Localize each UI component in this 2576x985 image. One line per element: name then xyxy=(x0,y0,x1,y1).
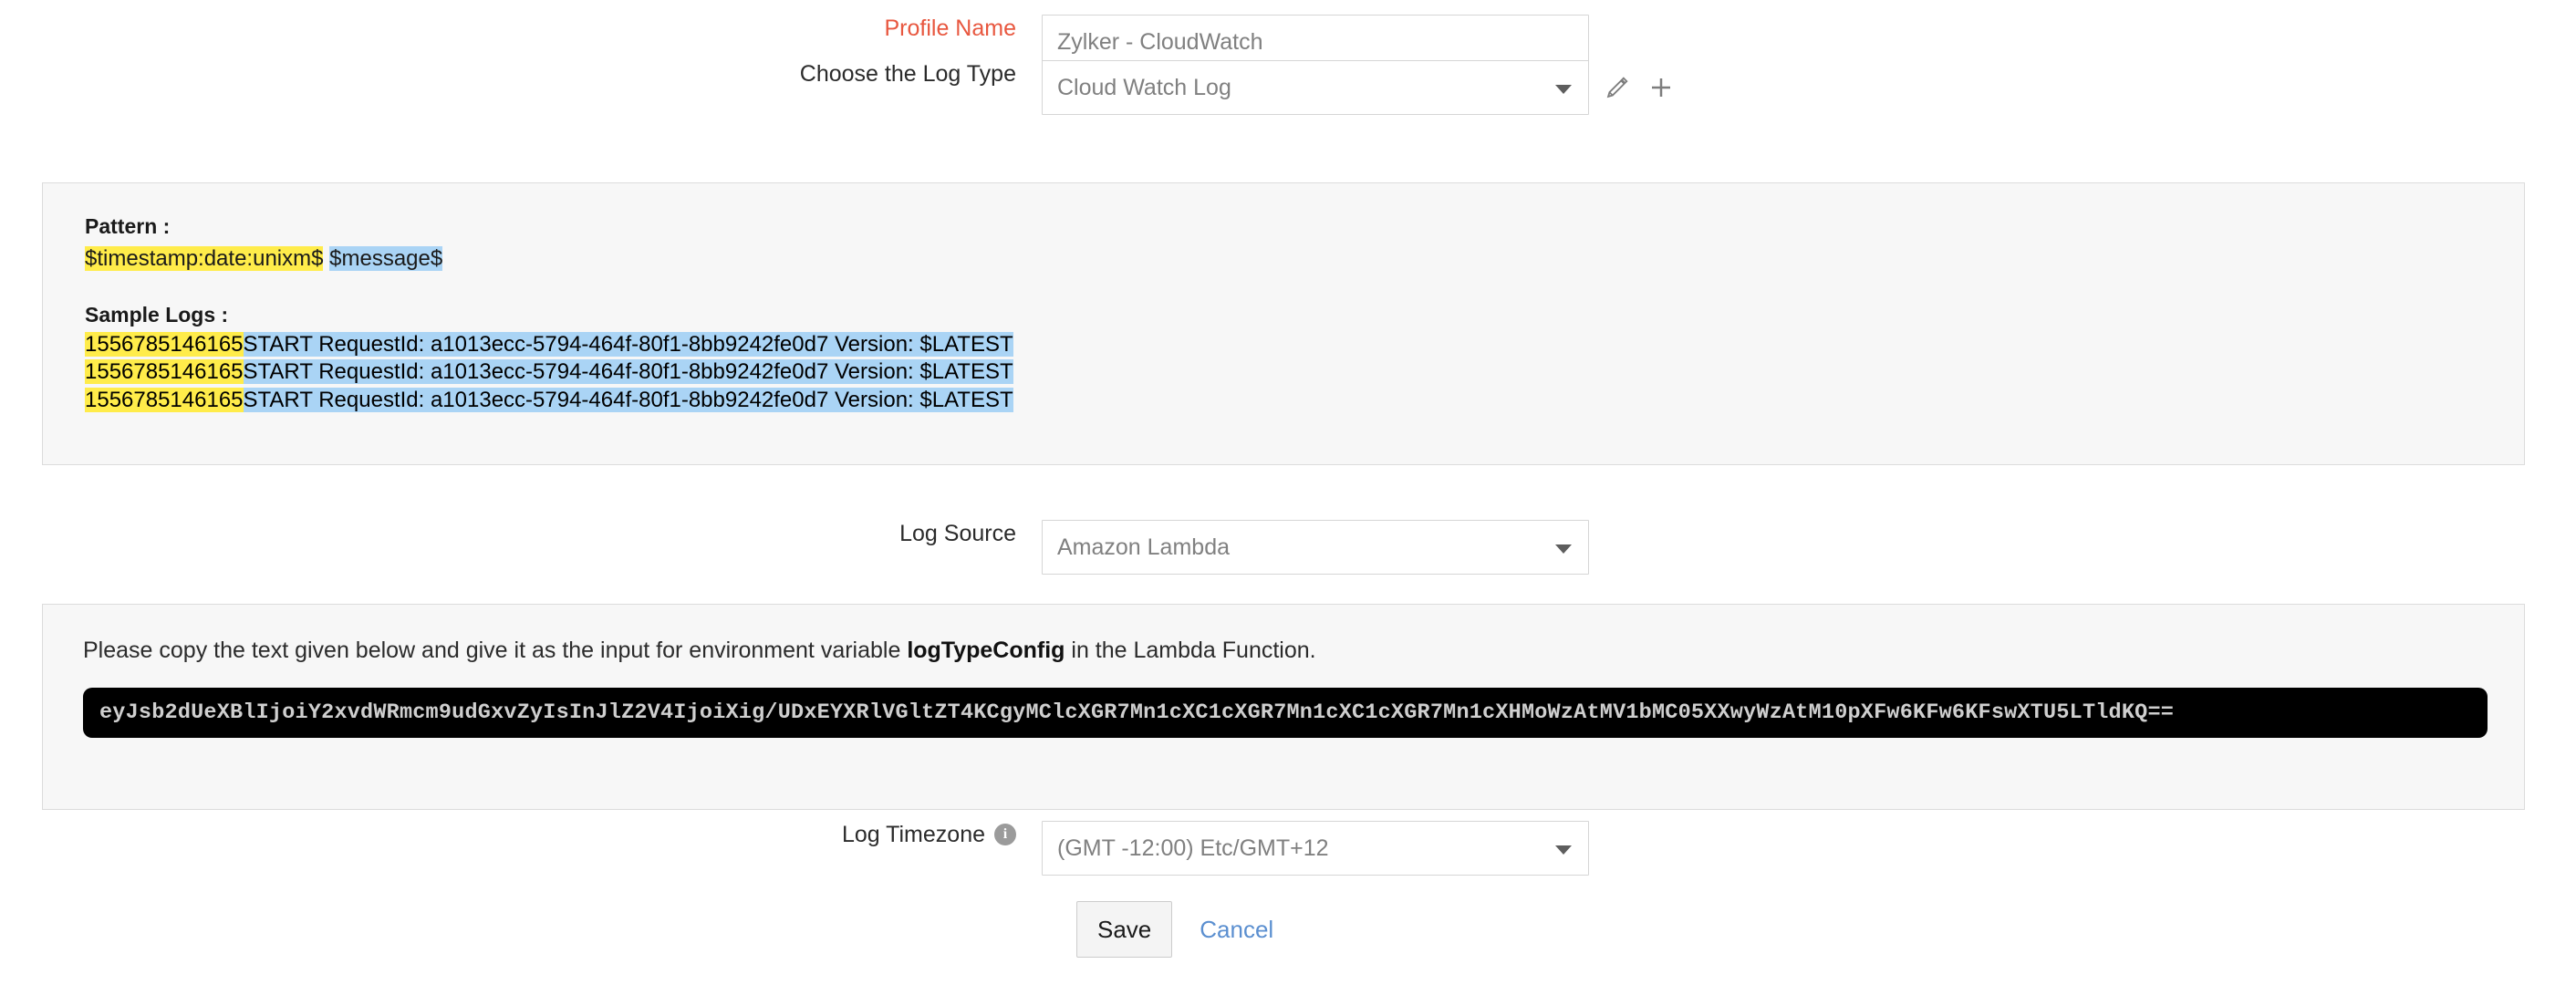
chevron-down-icon xyxy=(1555,544,1572,554)
plus-icon[interactable] xyxy=(1646,72,1677,103)
sample-log-timestamp: 1556785146165 xyxy=(85,388,244,413)
log-timezone-selected-value: (GMT -12:00) Etc/GMT+12 xyxy=(1057,835,1329,861)
log-timezone-label: Log Timezone xyxy=(841,822,985,847)
log-source-control: Amazon Lambda xyxy=(1042,520,1589,575)
pencil-icon[interactable] xyxy=(1602,72,1633,103)
sample-log-message: START RequestId: a1013ecc-5794-464f-80f1… xyxy=(243,359,1013,385)
info-icon[interactable]: i xyxy=(994,824,1016,845)
config-instruction-prefix: Please copy the text given below and giv… xyxy=(83,638,908,663)
log-type-select[interactable]: Cloud Watch Log xyxy=(1042,60,1589,115)
sample-log-timestamp: 1556785146165 xyxy=(85,359,244,385)
log-timezone-control: (GMT -12:00) Etc/GMT+12 xyxy=(1042,821,1589,876)
pattern-expression: $timestamp:date:unixm$ $message$ xyxy=(85,244,2524,274)
sample-logs-list: 1556785146165START RequestId: a1013ecc-5… xyxy=(85,331,2524,415)
log-type-row: Choose the Log Type Cloud Watch Log xyxy=(0,60,2576,115)
pattern-title: Pattern : xyxy=(85,214,171,238)
sample-log-timestamp: 1556785146165 xyxy=(85,331,244,357)
pattern-panel: Pattern : $timestamp:date:unixm$ $messag… xyxy=(42,182,2525,465)
config-string-code-block[interactable]: eyJsb2dUeXBlIjoiY2xvdWRmcm9udGxvZyIsInJl… xyxy=(83,687,2488,738)
log-type-selected-value: Cloud Watch Log xyxy=(1057,75,1231,100)
sample-log-message: START RequestId: a1013ecc-5794-464f-80f1… xyxy=(243,331,1013,357)
sample-log-message: START RequestId: a1013ecc-5794-464f-80f1… xyxy=(243,388,1013,413)
config-instruction: Please copy the text given below and giv… xyxy=(83,636,2524,666)
sample-log-line: 1556785146165START RequestId: a1013ecc-5… xyxy=(85,331,2524,359)
save-button[interactable]: Save xyxy=(1076,901,1173,958)
log-timezone-select[interactable]: (GMT -12:00) Etc/GMT+12 xyxy=(1042,821,1589,876)
config-variable-name: logTypeConfig xyxy=(907,638,1065,663)
config-instruction-suffix: in the Lambda Function. xyxy=(1065,638,1316,663)
chevron-down-icon xyxy=(1555,845,1572,855)
log-profile-form-page: Profile Name Zylker - CloudWatch Choose … xyxy=(0,0,2576,985)
sample-log-line: 1556785146165START RequestId: a1013ecc-5… xyxy=(85,387,2524,415)
log-type-config-panel: Please copy the text given below and giv… xyxy=(42,604,2525,810)
log-timezone-label-wrap: Log Timezone i xyxy=(0,821,1042,848)
log-source-selected-value: Amazon Lambda xyxy=(1057,534,1231,560)
log-type-control: Cloud Watch Log xyxy=(1042,60,1677,115)
log-source-row: Log Source Amazon Lambda xyxy=(0,520,2576,575)
log-source-select[interactable]: Amazon Lambda xyxy=(1042,520,1589,575)
chevron-down-icon xyxy=(1555,85,1572,94)
pattern-token-timestamp: $timestamp:date:unixm$ xyxy=(85,246,324,271)
sample-log-line: 1556785146165START RequestId: a1013ecc-5… xyxy=(85,358,2524,387)
profile-name-label: Profile Name xyxy=(884,16,1017,41)
cancel-button[interactable]: Cancel xyxy=(1200,901,1273,958)
sample-logs-title: Sample Logs : xyxy=(85,302,229,327)
form-actions: Save Cancel xyxy=(1076,901,1273,958)
log-timezone-row: Log Timezone i (GMT -12:00) Etc/GMT+12 xyxy=(0,821,2576,876)
pattern-token-message: $message$ xyxy=(329,246,443,271)
log-type-label: Choose the Log Type xyxy=(799,61,1016,87)
log-source-label: Log Source xyxy=(899,521,1016,546)
